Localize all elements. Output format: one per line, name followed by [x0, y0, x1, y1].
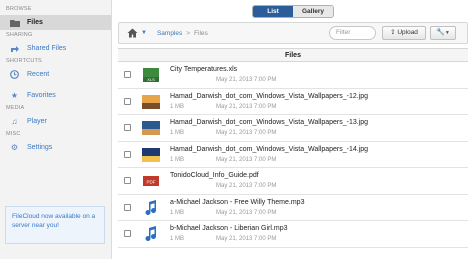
sidebar-item-shared-files[interactable]: Shared Files: [0, 41, 111, 56]
sidebar-item-player[interactable]: ♫ Player: [0, 114, 111, 129]
row-checkbox[interactable]: [124, 124, 131, 131]
table-header: Files: [118, 48, 468, 62]
section-label-media: MEDIA: [6, 105, 25, 111]
table-row[interactable]: a-Michael Jackson - Free Willy Theme.mp3…: [118, 195, 468, 221]
folder-icon: [9, 19, 20, 27]
toolbar: ▼ Samples > Files Filter ⇪ Upload 🔧▼: [118, 22, 468, 44]
sidebar: BROWSE Files SHARING Shared Files SHORTC…: [0, 0, 112, 259]
file-modified: May 21, 2013 7:00 PM: [216, 103, 277, 110]
breadcrumb-item[interactable]: Samples: [157, 30, 182, 37]
sidebar-item-settings[interactable]: ⚙ Settings: [0, 140, 111, 155]
file-meta: May 21, 2013 7:00 PM: [170, 183, 276, 189]
section-label-sharing: SHARING: [6, 32, 33, 38]
chevron-down-icon[interactable]: ▼: [141, 30, 147, 36]
share-icon: [9, 44, 20, 53]
file-modified: May 21, 2013 7:00 PM: [216, 183, 277, 189]
table-row[interactable]: Hamad_Darwish_dot_com_Windows_Vista_Wall…: [118, 89, 468, 115]
gear-icon: ⚙: [10, 143, 19, 152]
table-row[interactable]: Hamad_Darwish_dot_com_Windows_Vista_Wall…: [118, 115, 468, 142]
upload-button[interactable]: ⇪ Upload: [382, 26, 426, 40]
file-modified: May 21, 2013 7:00 PM: [216, 236, 277, 242]
file-modified: May 21, 2013 7:00 PM: [216, 209, 277, 216]
sidebar-item-label: Player: [27, 118, 47, 125]
file-name[interactable]: Hamad_Darwish_dot_com_Windows_Vista_Wall…: [170, 93, 368, 100]
file-modified: May 21, 2013 7:00 PM: [216, 77, 277, 83]
svg-text:XLS: XLS: [147, 77, 155, 82]
row-checkbox[interactable]: [124, 230, 131, 237]
sidebar-item-label: Favorites: [27, 92, 56, 99]
file-meta: 1 MB May 21, 2013 7:00 PM: [170, 210, 276, 216]
pdf-icon[interactable]: PDF: [142, 173, 160, 189]
file-name[interactable]: City Temperatures.xls: [170, 66, 237, 73]
music-note-icon[interactable]: [142, 199, 160, 216]
filter-input[interactable]: Filter: [329, 26, 376, 40]
section-label-shortcuts: SHORTCUTS: [6, 58, 42, 64]
row-checkbox[interactable]: [124, 203, 131, 211]
file-name[interactable]: TonidoCloud_Info_Guide.pdf: [170, 172, 259, 179]
file-meta: May 21, 2013 7:00 PM: [170, 77, 276, 83]
upload-label: Upload: [397, 29, 418, 36]
svg-text:PDF: PDF: [147, 180, 156, 185]
clock-icon: [9, 70, 20, 79]
xls-icon[interactable]: XLS: [142, 67, 160, 83]
file-modified: May 21, 2013 7:00 PM: [216, 130, 277, 136]
breadcrumb-current: Files: [194, 29, 208, 37]
sidebar-item-label: Recent: [27, 71, 50, 78]
file-name[interactable]: Hamad_Darwish_dot_com_Windows_Vista_Wall…: [170, 119, 368, 126]
row-checkbox[interactable]: [124, 71, 131, 78]
file-table: Files XLS City Temperatures.xls May 21, 20…: [118, 48, 468, 248]
row-checkbox[interactable]: [124, 177, 131, 184]
view-toggle: List Gallery: [252, 5, 334, 18]
row-checkbox[interactable]: [124, 150, 131, 158]
music-note-icon: ♫: [11, 117, 18, 126]
image-thumbnail[interactable]: [142, 147, 160, 163]
upload-icon: ⇪: [390, 29, 396, 36]
file-name[interactable]: Hamad_Darwish_dot_com_Windows_Vista_Wall…: [170, 146, 368, 153]
wrench-icon: 🔧: [436, 29, 445, 36]
home-icon[interactable]: [127, 28, 138, 38]
file-meta: 1 MB May 21, 2013 7:00 PM: [170, 157, 276, 163]
sidebar-item-files[interactable]: Files: [0, 15, 111, 30]
sidebar-item-favorites[interactable]: ★ Favorites: [0, 88, 111, 103]
table-row[interactable]: PDF TonidoCloud_Info_Guide.pdf May 21, 201…: [118, 168, 468, 195]
file-size: 1 MB: [170, 103, 185, 110]
file-meta: 1 MB May 21, 2013 7:00 PM: [170, 130, 276, 136]
music-note-icon[interactable]: [142, 226, 160, 242]
file-name[interactable]: a-Michael Jackson - Free Willy Theme.mp3: [170, 199, 304, 206]
tools-dropdown-button[interactable]: 🔧▼: [430, 26, 456, 40]
row-checkbox[interactable]: [124, 97, 131, 105]
image-thumbnail[interactable]: [142, 120, 160, 136]
file-size: 1 MB: [170, 130, 185, 136]
file-meta: 1 MB May 21, 2013 7:00 PM: [170, 104, 276, 110]
table-row[interactable]: XLS City Temperatures.xls May 21, 2013 7:0…: [118, 62, 468, 89]
sidebar-item-label: Settings: [27, 144, 53, 151]
table-row[interactable]: Hamad_Darwish_dot_com_Windows_Vista_Wall…: [118, 142, 468, 168]
list-view-button[interactable]: List: [253, 6, 293, 17]
gallery-view-button[interactable]: Gallery: [293, 6, 333, 17]
file-size: 1 MB: [170, 236, 185, 242]
table-row[interactable]: b-Michael Jackson - Liberian Girl.mp3 1 M…: [118, 221, 468, 248]
file-meta: 1 MB May 21, 2013 7:00 PM: [170, 236, 276, 242]
sidebar-item-recent[interactable]: Recent: [0, 67, 111, 82]
file-size: 1 MB: [170, 156, 185, 163]
chevron-down-icon: ▼: [444, 30, 450, 36]
section-label-misc: MISC: [6, 131, 21, 137]
image-thumbnail[interactable]: [142, 94, 160, 110]
breadcrumb: ▼ Samples > Files: [127, 23, 208, 43]
section-label-browse: BROWSE: [6, 6, 32, 12]
sidebar-item-label: Shared Files: [27, 45, 67, 52]
file-name[interactable]: b-Michael Jackson - Liberian Girl.mp3: [170, 225, 288, 232]
file-size: 1 MB: [170, 209, 185, 216]
file-modified: May 21, 2013 7:00 PM: [216, 156, 277, 163]
promo-banner[interactable]: FileCloud now available on a server near…: [5, 206, 105, 244]
sidebar-item-label: Files: [27, 19, 43, 26]
breadcrumb-separator: >: [186, 29, 191, 37]
star-icon: ★: [10, 91, 19, 100]
